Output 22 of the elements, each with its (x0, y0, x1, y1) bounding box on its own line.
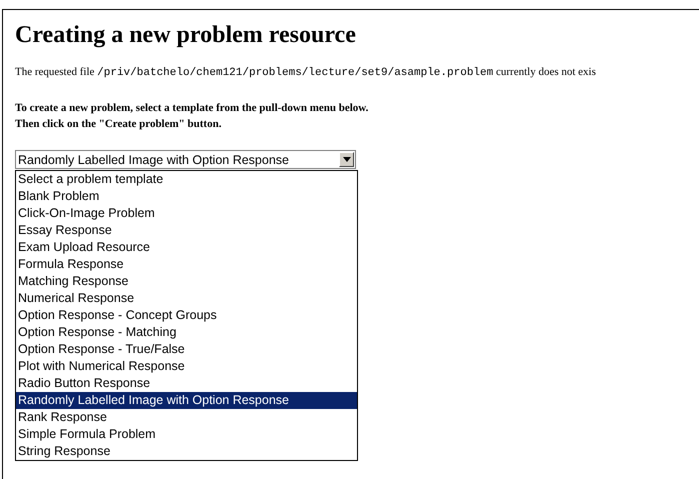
template-option[interactable]: Option Response - Matching (16, 324, 357, 341)
template-option[interactable]: Randomly Labelled Image with Option Response (16, 392, 357, 409)
instruction-text: Then click on the "Create problem" button. (15, 117, 222, 132)
template-option[interactable]: Click-On-Image Problem (16, 205, 357, 222)
page-heading: Creating a new problem resource (15, 22, 356, 49)
template-option[interactable]: Radio Button Response (16, 375, 357, 392)
template-option[interactable]: Exam Upload Resource (16, 239, 357, 256)
template-option[interactable]: Option Response - True/False (16, 341, 357, 358)
template-option[interactable]: Numerical Response (16, 290, 357, 307)
template-option[interactable]: Essay Response (16, 222, 357, 239)
instruction-text: To create a new problem, select a template from the pull-down menu below. (15, 101, 368, 116)
template-option[interactable]: Select a problem template (16, 171, 357, 188)
template-dropdown[interactable]: Randomly Labelled Image with Option Response (15, 150, 356, 169)
template-option[interactable]: Simple Formula Problem (16, 426, 357, 443)
template-option[interactable]: Option Response - Concept Groups (16, 307, 357, 324)
template-option[interactable]: Plot with Numerical Response (16, 358, 357, 375)
template-option[interactable]: Blank Problem (16, 188, 357, 205)
template-option[interactable]: Matching Response (16, 273, 357, 290)
template-option[interactable]: String Response (16, 443, 357, 460)
template-option[interactable]: Formula Response (16, 256, 357, 273)
template-option[interactable]: Rank Response (16, 409, 357, 426)
file-notice: The requested file /priv/batchelo/chem121/problems/lecture/set9/asample.problem currently does not exis (15, 66, 596, 79)
